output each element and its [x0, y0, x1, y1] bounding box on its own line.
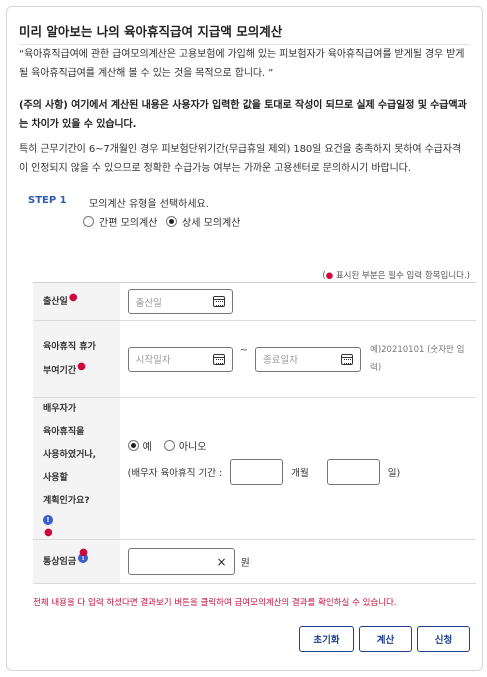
date-format-hint-line-2: 력) [370, 363, 382, 373]
range-tilde: ~ [239, 344, 248, 356]
date-format-hint: 예)20210101 (숫자만 입 력) [370, 341, 468, 377]
leave-start-placeholder: 시작일자 [135, 355, 171, 366]
days-unit: 일) [387, 468, 401, 479]
wage-unit: 원 [240, 558, 250, 569]
simple-calc-option[interactable]: 간편 모의계산 [83, 214, 157, 229]
calendar-icon[interactable] [212, 353, 225, 365]
eligibility-paragraph: 특히 근무기간이 6~7개월인 경우 피보험단위기간(무급휴일 제외) 180일… [19, 140, 481, 178]
spouse-label-line-5: 계획인가요? [43, 496, 90, 506]
spouse-yes-label: 예 [142, 442, 152, 453]
spouse-no-option[interactable]: 아니오 [163, 438, 207, 453]
simple-calc-radio[interactable] [83, 216, 94, 227]
leave-end-input[interactable]: 종료일자 [255, 346, 361, 372]
wage-label-cell: 통상임금 !● [33, 539, 120, 584]
intro-line-1: “육아휴직급여에 관한 급여모의계산은 고용보험에 가입해 있는 피보험자가 육… [19, 49, 465, 60]
step-label: STEP 1 [28, 195, 67, 206]
apply-button[interactable]: 신청 [417, 626, 470, 652]
wage-label: 통상임금 [43, 556, 77, 567]
birth-label: 출산일 [43, 296, 68, 307]
wage-input[interactable]: × [127, 548, 235, 575]
wage-field-cell: × 원 [119, 539, 476, 584]
calendar-icon[interactable] [341, 353, 353, 365]
detailed-calc-radio[interactable] [166, 216, 177, 227]
spouse-label-line-3: 사용하였거나, [43, 450, 97, 460]
leave-label-line-2: 부여기간 [43, 365, 77, 376]
required-dot-icon: ● [77, 360, 86, 372]
leave-end-placeholder: 종료일자 [263, 355, 298, 366]
birth-label-cell: 출산일● [33, 282, 120, 321]
info-icon[interactable]: ! [43, 515, 53, 525]
calculate-button[interactable]: 계산 [359, 626, 412, 652]
required-dot-icon: ● [79, 546, 88, 558]
spouse-period-label: (배우자 육아휴직 기간 : [127, 468, 223, 479]
required-dot-icon: ● [44, 527, 53, 538]
spouse-label-line-2: 육아휴직을 [43, 427, 85, 437]
spouse-no-label: 아니오 [178, 442, 207, 453]
result-notice: 전체 내용을 다 입력 하셨다면 결과보기 버튼을 클릭하여 급여모의계산의 결… [33, 598, 397, 608]
reset-button[interactable]: 초기화 [299, 626, 354, 652]
calculator-panel: 미리 알아보는 나의 육아휴직급여 지급액 모의계산 “육아휴직급여에 관한 급… [6, 6, 483, 671]
birth-row: 출산일● 출산일 [33, 282, 476, 321]
calendar-icon[interactable] [212, 296, 225, 307]
leave-field-cell: 시작일자 ~ 종료일자 예)20210101 (숫자만 입 력) [119, 320, 476, 398]
months-unit: 개월 [291, 468, 309, 479]
birth-date-input[interactable]: 출산일 [127, 289, 233, 314]
calc-form-table: 출산일● 출산일 육아휴직 휴가 부여기간● 시작일자 ~ 종료일자 예)202… [33, 282, 476, 584]
caution-paragraph: (주의 사항) 여기에서 계산된 내용은 사용자가 입력한 값을 토대로 작성이… [19, 96, 481, 134]
caution-line-1: (주의 사항) 여기에서 계산된 내용은 사용자가 입력한 값을 토대로 작성이… [19, 100, 467, 111]
leave-label-cell: 육아휴직 휴가 부여기간● [33, 320, 120, 398]
intro-paragraph: “육아휴직급여에 관한 급여모의계산은 고용보험에 가입해 있는 피보험자가 육… [19, 45, 481, 83]
detailed-calc-label: 상세 모의계산 [182, 218, 241, 229]
spouse-label-line-4: 사용할 [43, 473, 68, 483]
wage-row: 통상임금 !● × 원 [33, 539, 476, 584]
required-note: (● 표시된 부분은 필수 입력 항목입니다.) [322, 269, 470, 281]
leave-start-input[interactable]: 시작일자 [127, 346, 233, 372]
eligibility-line-1: 특히 근무기간이 6~7개월인 경우 피보험단위기간(무급휴일 제외) 180일… [19, 144, 461, 155]
leave-label-line-1: 육아휴직 휴가 [43, 341, 96, 352]
required-note-text: 표시된 부분은 필수 입력 항목입니다.) [333, 271, 470, 281]
simple-calc-label: 간편 모의계산 [99, 218, 158, 229]
required-dot-icon: ● [68, 291, 78, 303]
birth-field-cell: 출산일 [119, 282, 476, 321]
leave-period-row: 육아휴직 휴가 부여기간● 시작일자 ~ 종료일자 예)20210101 (숫자… [33, 320, 476, 398]
eligibility-line-2: 이 인정되지 않을 수 있으므로 정확한 수급가능 여부는 가까운 고용센터로 … [19, 163, 411, 174]
clear-icon[interactable]: × [217, 555, 227, 569]
spouse-label-line-1: 배우자가 [43, 404, 77, 414]
step-question: 모의계산 유형을 선택하세요. [89, 199, 209, 210]
spouse-yes-option[interactable]: 예 [127, 438, 152, 453]
spouse-label-cell: 배우자가 육아휴직을 사용하였거나, 사용할 계획인가요? ! ● [33, 397, 120, 540]
caution-line-2: 는 차이가 있을 수 있습니다. [19, 119, 137, 130]
spouse-months-input[interactable] [230, 459, 284, 485]
spouse-no-radio[interactable] [163, 440, 175, 451]
birth-date-placeholder: 출산일 [135, 297, 162, 309]
spouse-days-input[interactable] [326, 459, 380, 485]
spouse-yes-radio[interactable] [127, 440, 139, 451]
spouse-row: 배우자가 육아휴직을 사용하였거나, 사용할 계획인가요? ! ● 예 아니오 [33, 397, 476, 540]
intro-line-2: 될 육아휴직급여를 계산해 볼 수 있는 것을 목적으로 합니다. ” [19, 68, 274, 79]
spouse-field-cell: 예 아니오 (배우자 육아휴직 기간 : 개월 일) [119, 397, 476, 540]
date-format-hint-line-1: 예)20210101 (숫자만 입 [370, 345, 465, 355]
detailed-calc-option[interactable]: 상세 모의계산 [166, 214, 240, 229]
page-title: 미리 알아보는 나의 육아휴직급여 지급액 모의계산 [19, 24, 283, 39]
